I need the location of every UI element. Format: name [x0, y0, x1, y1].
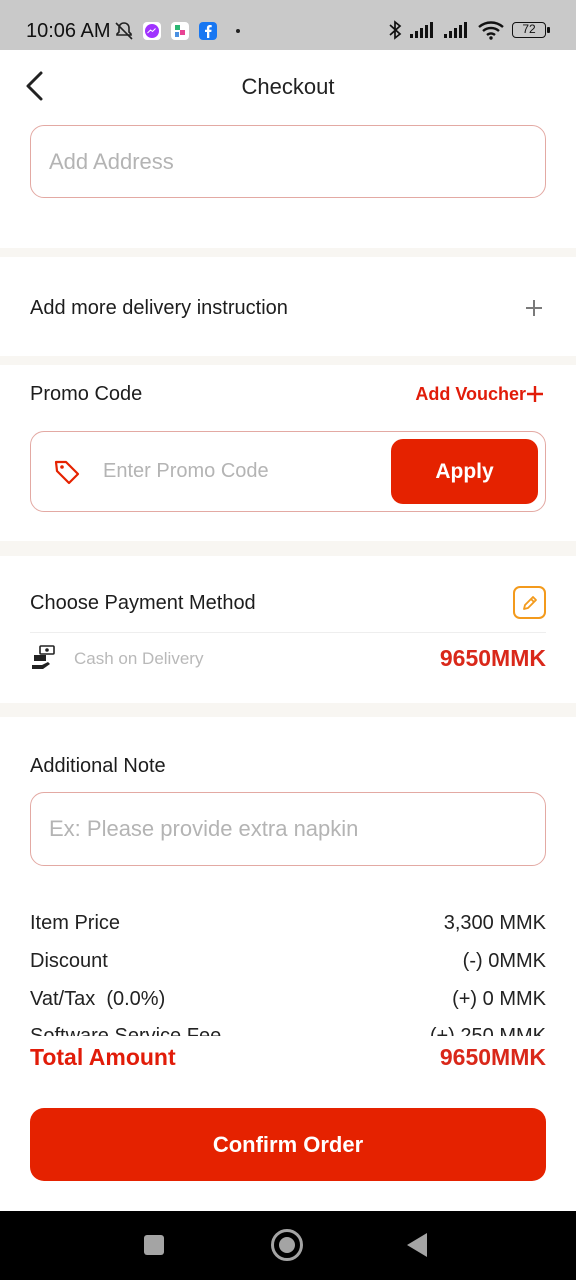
summary-label: Vat/Tax (0.0%)	[30, 988, 166, 1010]
edit-pencil-icon	[522, 595, 537, 610]
total-amount-value: 9650MMK	[439, 1044, 546, 1070]
delivery-instruction-label: Add more delivery instruction	[30, 297, 288, 319]
payment-method-title: Choose Payment Method	[30, 592, 256, 614]
recent-apps-button[interactable]	[144, 1235, 164, 1255]
bluetooth-icon	[389, 20, 402, 40]
divider-line	[30, 632, 546, 633]
summary-label: Discount	[30, 950, 108, 972]
summary-row-discount: Discount (-) 0MMK	[30, 950, 546, 973]
confirm-order-button[interactable]: Confirm Order	[30, 1108, 546, 1181]
page-title: Checkout	[241, 74, 335, 99]
cash-on-delivery-icon	[32, 645, 55, 669]
summary-row-vat-tax: Vat/Tax (0.0%) (+) 0 MMK	[30, 988, 546, 1011]
system-nav-bar	[0, 1211, 576, 1280]
summary-value: (-) 0MMK	[462, 950, 546, 972]
additional-note-input[interactable]	[49, 816, 527, 842]
facebook-icon	[199, 22, 217, 40]
signal-icon	[410, 22, 433, 38]
notification-icons	[114, 21, 240, 41]
header: Checkout	[0, 50, 576, 122]
summary-value: 3,300 MMK	[443, 912, 546, 934]
promo-code-field: Apply	[30, 431, 546, 512]
payment-method-name: Cash on Delivery	[74, 649, 204, 668]
status-bar: 10:06 AM 72	[0, 0, 576, 50]
payment-amount: 9650MMK	[439, 645, 546, 671]
home-button[interactable]	[271, 1229, 303, 1261]
promo-code-title: Promo Code	[30, 383, 143, 405]
apply-button[interactable]: Apply	[391, 439, 538, 504]
checkout-footer: Total Amount 9650MMK Confirm Order	[0, 1036, 576, 1211]
battery-icon: 72	[512, 22, 550, 38]
add-voucher-plus-icon[interactable]	[526, 385, 544, 403]
total-amount-label: Total Amount	[30, 1044, 176, 1070]
promo-code-input[interactable]	[103, 460, 363, 483]
wifi-icon	[478, 21, 504, 40]
address-input[interactable]	[49, 148, 527, 175]
system-icons: 72	[388, 20, 550, 40]
section-divider	[0, 248, 576, 257]
add-voucher-link[interactable]: Add Voucher	[415, 384, 526, 405]
section-divider	[0, 356, 576, 365]
section-divider	[0, 541, 576, 556]
bell-off-icon	[115, 22, 133, 40]
tag-icon	[54, 460, 80, 484]
system-back-button[interactable]	[407, 1233, 427, 1257]
status-time: 10:06 AM	[26, 20, 111, 42]
app-icon	[171, 22, 189, 40]
more-notifications-dot	[236, 29, 240, 33]
additional-note-title: Additional Note	[30, 755, 166, 777]
add-delivery-instruction-icon[interactable]	[524, 298, 544, 318]
summary-row-item-price: Item Price 3,300 MMK	[30, 912, 546, 935]
summary-label: Item Price	[30, 912, 121, 934]
summary-value: (+) 0 MMK	[452, 988, 546, 1010]
section-divider	[0, 703, 576, 717]
messenger-icon	[143, 22, 161, 40]
signal-icon	[444, 22, 467, 38]
additional-note-field[interactable]	[30, 792, 546, 866]
edit-payment-button[interactable]	[513, 586, 546, 619]
address-field[interactable]	[30, 125, 546, 198]
